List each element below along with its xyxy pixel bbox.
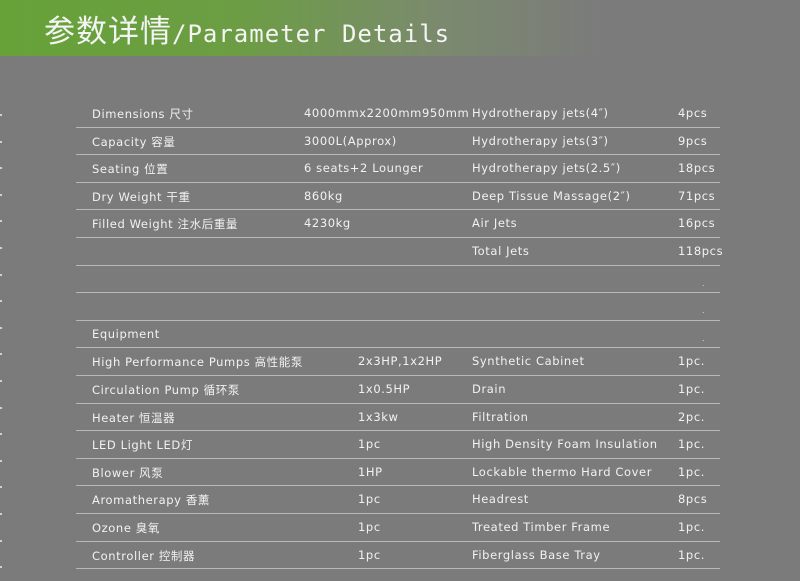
accessory-label: High Density Foam Insulation xyxy=(472,437,658,452)
row-dot: . xyxy=(702,333,706,343)
accessory-label: Drain xyxy=(472,381,507,396)
title-cn: 参数详情 xyxy=(44,14,172,50)
spec-value: 4230kg xyxy=(304,216,351,231)
equipment-row: Controller 控制器 1pc Fiberglass Base Tray … xyxy=(76,542,720,570)
edge-dot xyxy=(0,300,2,303)
spec-value: 3000L(Approx) xyxy=(304,133,397,148)
page-title: 参数详情/Parameter Details xyxy=(44,6,450,51)
accessory-count: 8pcs xyxy=(678,492,708,507)
accessory-label: Treated Timber Frame xyxy=(472,519,611,534)
edge-dot xyxy=(0,513,2,515)
spec-label: Seating 位置 xyxy=(92,162,169,177)
equipment-value: 1pc xyxy=(358,492,381,507)
header-banner: 参数详情/Parameter Details xyxy=(0,0,800,56)
accessory-label: Lockable thermo Hard Cover xyxy=(472,464,653,479)
equipment-value: 1pc xyxy=(358,519,381,534)
accessory-count: 1pc. xyxy=(678,354,705,369)
jet-label: Deep Tissue Massage(2″) xyxy=(472,188,631,203)
jet-count: 9pcs xyxy=(678,133,708,148)
total-value: 118pcs xyxy=(678,243,724,258)
accessory-count: 1pc. xyxy=(678,437,705,452)
jet-label: Hydrotherapy jets(2.5″) xyxy=(472,161,621,176)
accessory-label: Headrest xyxy=(472,492,529,507)
equipment-row: Ozone 臭氧 1pc Treated Timber Frame 1pc. xyxy=(76,514,720,542)
spec-row: Seating 位置 6 seats+2 Lounger Hydrotherap… xyxy=(76,155,720,183)
row-dot: . xyxy=(702,306,706,316)
equipment-row: High Performance Pumps 高性能泵 2x3HP,1x2HP … xyxy=(76,348,720,376)
edge-dot xyxy=(0,353,2,356)
spec-row: Filled Weight 注水后重量 4230kg Air Jets 16pc… xyxy=(76,210,720,238)
accessory-label: Filtration xyxy=(472,409,529,424)
accessory-count: 1pc. xyxy=(678,519,705,534)
equipment-row: Blower 风泵 1HP Lockable thermo Hard Cover… xyxy=(76,459,720,487)
equipment-label: Aromatherapy 香薰 xyxy=(92,493,211,508)
jet-count: 16pcs xyxy=(678,216,716,231)
title-en: /Parameter Details xyxy=(172,20,451,48)
equipment-row: Heater 恒温器 1x3kw Filtration 2pc. xyxy=(76,404,720,432)
spec-label: Dimensions 尺寸 xyxy=(92,107,194,121)
accessory-count: 2pc. xyxy=(678,409,705,424)
spec-label: Capacity 容量 xyxy=(92,134,176,149)
equipment-label: Blower 风泵 xyxy=(92,465,164,480)
jet-label: Hydrotherapy jets(3″) xyxy=(472,133,609,148)
edge-dot xyxy=(0,114,2,116)
edge-dot xyxy=(0,380,2,382)
blank-row: . xyxy=(76,266,720,294)
equipment-value: 1x3kw xyxy=(358,409,399,424)
blank-row: . xyxy=(76,293,720,321)
equipment-value: 1pc xyxy=(358,437,381,452)
jet-label: Hydrotherapy jets(4″) xyxy=(472,106,609,120)
spec-row: Capacity 容量 3000L(Approx) Hydrotherapy j… xyxy=(76,128,720,156)
equipment-heading: Equipment xyxy=(92,326,160,341)
edge-dot xyxy=(0,273,2,276)
equipment-label: Controller 控制器 xyxy=(92,548,196,563)
spec-value: 6 seats+2 Lounger xyxy=(304,161,424,176)
parameter-table: Dimensions 尺寸 4000mmx2200mm950mm Hydroth… xyxy=(76,100,724,570)
edge-dot xyxy=(0,193,2,196)
edge-dot xyxy=(0,539,2,542)
equipment-label: Ozone 臭氧 xyxy=(92,520,160,535)
edge-dot xyxy=(0,140,2,143)
spec-label: Dry Weight 干重 xyxy=(92,189,191,204)
jet-count: 71pcs xyxy=(678,188,716,203)
total-label: Total Jets xyxy=(472,243,530,258)
equipment-row: Circulation Pump 循环泵 1x0.5HP Drain 1pc. xyxy=(76,376,720,404)
spec-value: 4000mmx2200mm950mm xyxy=(304,106,470,120)
equipment-value: 1HP xyxy=(358,464,383,479)
accessory-count: 1pc. xyxy=(678,547,705,562)
spec-row: Dimensions 尺寸 4000mmx2200mm950mm Hydroth… xyxy=(76,100,720,128)
equipment-row: Aromatherapy 香薰 1pc Headrest 8pcs xyxy=(76,486,720,514)
equipment-value: 1pc xyxy=(358,547,381,562)
accessory-label: Synthetic Cabinet xyxy=(472,354,585,369)
edge-dot xyxy=(0,459,2,462)
accessory-count: 1pc. xyxy=(678,464,705,479)
edge-dot xyxy=(0,566,2,569)
equipment-heading-row: Equipment . xyxy=(76,321,720,349)
edge-dot xyxy=(0,406,2,409)
accessory-count: 1pc. xyxy=(678,381,705,396)
equipment-label: Circulation Pump 循环泵 xyxy=(92,382,240,397)
accessory-label: Fiberglass Base Tray xyxy=(472,547,601,562)
equipment-label: LED Light LED灯 xyxy=(92,438,193,453)
equipment-value: 1x0.5HP xyxy=(358,381,411,396)
edge-dots xyxy=(0,100,4,581)
equipment-label: Heater 恒温器 xyxy=(92,410,176,425)
edge-dot xyxy=(0,247,2,249)
equipment-value: 2x3HP,1x2HP xyxy=(358,354,443,369)
edge-dot xyxy=(0,433,2,436)
spec-label: Filled Weight 注水后重量 xyxy=(92,217,239,232)
jet-label: Air Jets xyxy=(472,216,518,231)
spec-value: 860kg xyxy=(304,188,343,203)
jet-count: 18pcs xyxy=(678,161,716,176)
edge-dot xyxy=(0,326,2,329)
jet-count: 4pcs xyxy=(678,106,708,120)
total-row: Total Jets 118pcs xyxy=(76,238,724,266)
edge-dot xyxy=(0,486,2,489)
spec-row: Dry Weight 干重 860kg Deep Tissue Massage(… xyxy=(76,183,720,211)
edge-dot xyxy=(0,167,2,170)
row-dot: . xyxy=(702,278,706,288)
edge-dot xyxy=(0,220,2,223)
equipment-label: High Performance Pumps 高性能泵 xyxy=(92,355,303,370)
equipment-row: LED Light LED灯 1pc High Density Foam Ins… xyxy=(76,431,720,459)
